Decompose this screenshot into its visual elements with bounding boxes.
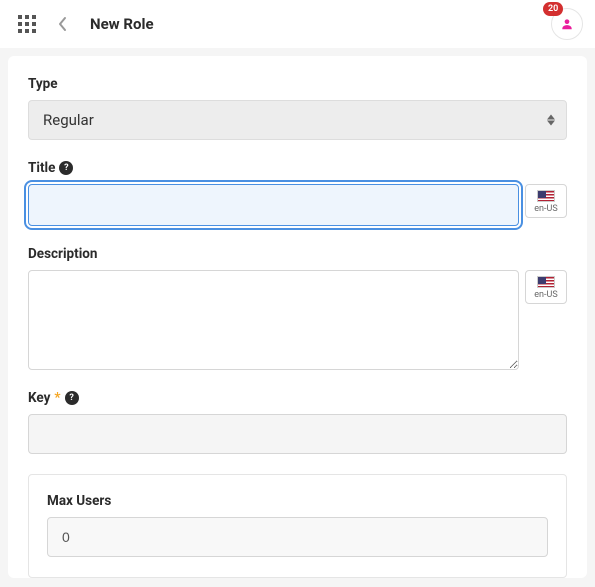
max-users-label: Max Users: [47, 493, 548, 509]
form-card: Type Regular Title ? en-US: [8, 56, 587, 578]
title-label-row: Title ?: [28, 160, 567, 176]
us-flag-icon: [537, 276, 555, 288]
top-bar-right: 20: [551, 8, 583, 40]
back-button[interactable]: [54, 12, 72, 36]
content-area: Type Regular Title ? en-US: [0, 48, 595, 578]
user-icon: [560, 17, 574, 31]
user-menu[interactable]: 20: [551, 8, 583, 40]
apps-grid-icon[interactable]: [18, 15, 36, 33]
field-description: Description en-US: [28, 246, 567, 370]
chevron-left-icon: [58, 16, 68, 32]
description-locale-label: en-US: [534, 290, 557, 300]
title-input-row: en-US: [28, 184, 567, 226]
description-label: Description: [28, 246, 567, 262]
description-locale-selector[interactable]: en-US: [525, 270, 567, 304]
key-label: Key: [28, 390, 50, 406]
title-input[interactable]: [28, 184, 519, 226]
description-input-row: en-US: [28, 270, 567, 370]
us-flag-icon: [537, 190, 555, 202]
description-textarea[interactable]: [28, 270, 519, 370]
title-label: Title: [28, 160, 55, 176]
type-select[interactable]: Regular: [28, 100, 567, 140]
required-indicator: *: [54, 390, 60, 406]
top-bar: New Role 20: [0, 0, 595, 48]
title-help-icon[interactable]: ?: [59, 161, 73, 175]
notification-badge: 20: [543, 2, 563, 16]
max-users-input[interactable]: [47, 517, 548, 557]
max-users-card: Max Users: [28, 474, 567, 578]
type-label: Type: [28, 76, 567, 92]
key-help-icon[interactable]: ?: [65, 391, 79, 405]
type-select-wrap: Regular: [28, 100, 567, 140]
title-locale-selector[interactable]: en-US: [525, 184, 567, 218]
key-label-row: Key * ?: [28, 390, 567, 406]
key-input[interactable]: [28, 414, 567, 454]
type-select-value: Regular: [43, 111, 94, 129]
title-locale-label: en-US: [534, 204, 557, 214]
field-type: Type Regular: [28, 76, 567, 140]
field-key: Key * ?: [28, 390, 567, 454]
page-title: New Role: [90, 15, 154, 33]
top-bar-left: New Role: [18, 12, 154, 36]
field-title: Title ? en-US: [28, 160, 567, 226]
field-max-users: Max Users: [47, 493, 548, 557]
